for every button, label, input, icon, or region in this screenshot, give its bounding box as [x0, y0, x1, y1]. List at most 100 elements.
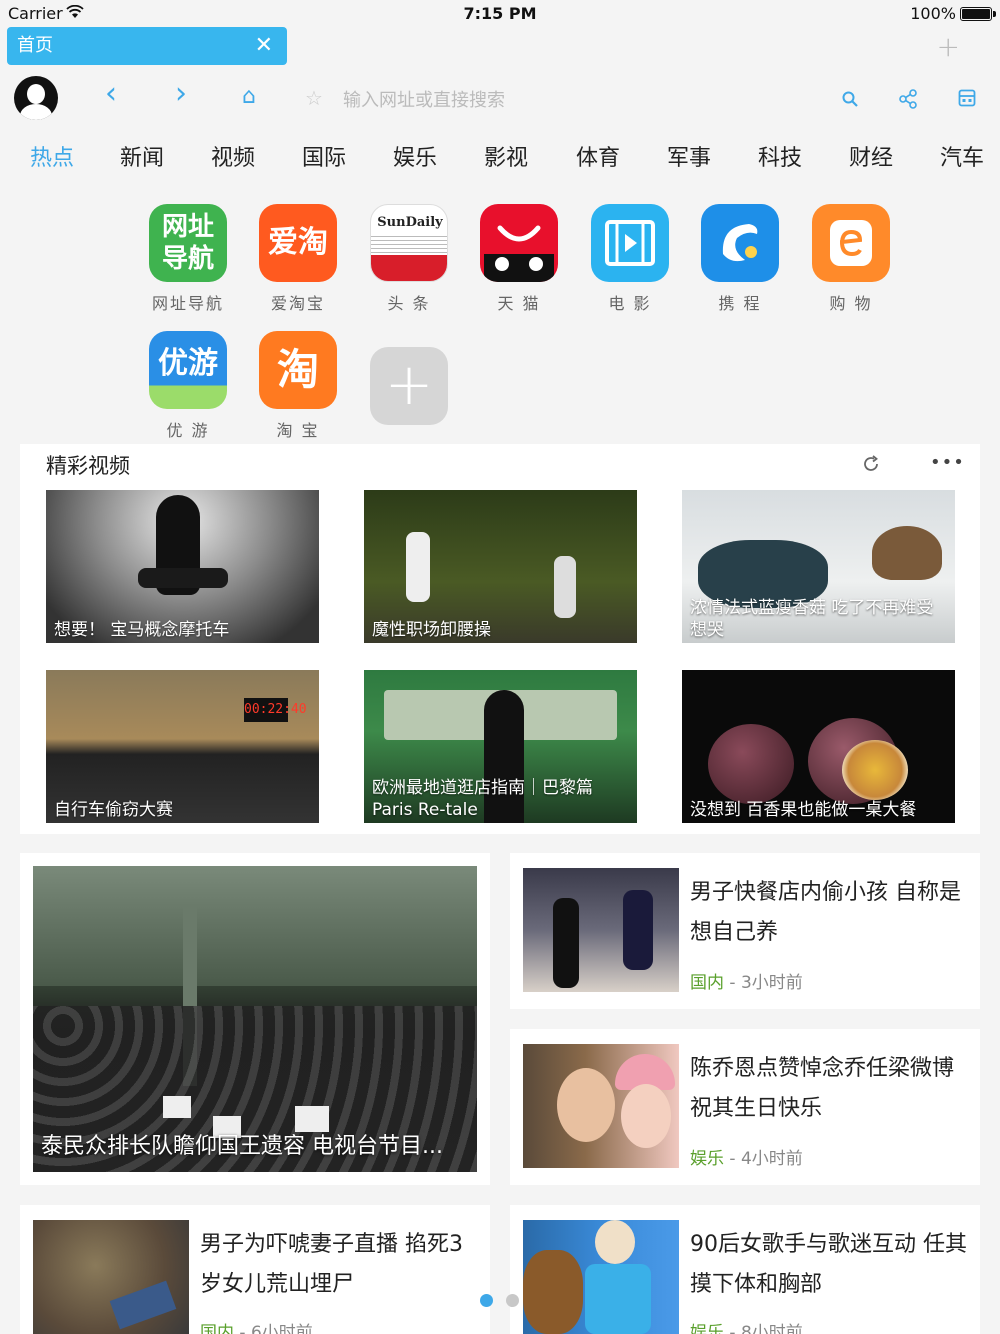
- tab-video[interactable]: 视频: [211, 140, 255, 172]
- video-caption: 浓情法式蓝瘦香菇 吃了不再难受想哭: [690, 598, 934, 640]
- app-movies[interactable]: 电 影: [575, 204, 685, 314]
- more-icon[interactable]: •••: [930, 452, 965, 473]
- plus-icon: +: [370, 347, 448, 425]
- app-taobao[interactable]: 淘 淘 宝: [243, 331, 353, 441]
- youyou-icon: 优游: [149, 331, 227, 409]
- app-aitaobao[interactable]: 爱淘 爱淘宝: [243, 204, 353, 314]
- news-category: 娱乐: [690, 1323, 724, 1334]
- video-caption: 想要！ 宝马概念摩托车: [54, 620, 230, 640]
- video-card[interactable]: 没想到 百香果也能做一桌大餐: [682, 670, 955, 823]
- app-shopping[interactable]: 购 物: [796, 204, 906, 314]
- app-tmall[interactable]: 天 猫: [464, 204, 574, 314]
- news-title[interactable]: 90后女歌手与歌迷互动 任其摸下体和胸部: [690, 1225, 970, 1305]
- app-label: 电 影: [608, 294, 652, 313]
- tab-tech[interactable]: 科技: [758, 140, 802, 172]
- page-dot[interactable]: [506, 1294, 519, 1307]
- page-dot-active[interactable]: [480, 1294, 493, 1307]
- news-category: 国内: [690, 973, 724, 993]
- search-icon[interactable]: [841, 90, 859, 108]
- app-label: 头 条: [387, 294, 431, 313]
- news-meta: 娱乐 - 4小时前: [690, 1149, 803, 1169]
- channel-tabs: 热点 新闻 视频 国际 娱乐 影视 体育 军事 科技 财经 汽车: [0, 140, 1000, 184]
- headline-caption: 泰民众排长队瞻仰国王遗容 电视台节目...: [41, 1134, 443, 1159]
- scoreboard: 00:22:40: [244, 698, 307, 722]
- tab-hot[interactable]: 热点: [30, 140, 74, 172]
- video-caption: 没想到 百香果也能做一桌大餐: [690, 800, 917, 820]
- app-label: 携 程: [718, 294, 762, 313]
- news-category: 娱乐: [690, 1149, 724, 1169]
- videos-title: 精彩视频: [46, 454, 130, 478]
- app-label: 购 物: [829, 294, 873, 313]
- avatar[interactable]: [14, 76, 58, 120]
- app-label: 网址导航: [151, 294, 224, 313]
- url-nav-icon: 网址导航: [149, 204, 227, 282]
- share-icon[interactable]: [898, 89, 918, 109]
- film-icon: [591, 204, 669, 282]
- headline-image[interactable]: 泰民众排长队瞻仰国王遗容 电视台节目...: [33, 866, 477, 1172]
- close-icon[interactable]: ✕: [255, 27, 273, 65]
- news-thumbnail[interactable]: [523, 868, 679, 992]
- app-ctrip[interactable]: 携 程: [685, 204, 795, 314]
- address-bar[interactable]: ☆ 输入网址或直接搜索: [305, 82, 805, 114]
- add-app-button[interactable]: +: [354, 347, 464, 425]
- app-label: 爱淘宝: [270, 294, 325, 313]
- toolbar: ‹ › ⌂ ☆ 输入网址或直接搜索: [0, 68, 1000, 130]
- news-time: 8小时前: [740, 1323, 803, 1334]
- news-time: 3小时前: [740, 973, 803, 993]
- news-category: 国内: [200, 1323, 234, 1334]
- news-title[interactable]: 陈乔恩点赞悼念乔任梁微博 祝其生日快乐: [690, 1049, 970, 1129]
- star-icon[interactable]: ☆: [305, 86, 323, 110]
- battery-percent: 100%: [910, 4, 956, 23]
- battery-icon: [960, 7, 996, 21]
- video-card[interactable]: 浓情法式蓝瘦香菇 吃了不再难受想哭: [682, 490, 955, 643]
- tab-movies[interactable]: 影视: [484, 140, 528, 172]
- dolphin-icon: [701, 204, 779, 282]
- video-caption: 自行车偷窃大赛: [54, 800, 173, 820]
- tab-title: 首页: [17, 35, 53, 56]
- new-tab-button[interactable]: +: [937, 30, 960, 63]
- app-url-nav[interactable]: 网址导航 网址导航: [133, 204, 243, 314]
- news-title[interactable]: 男子快餐店内偷小孩 自称是想自己养: [690, 873, 970, 953]
- search-input[interactable]: 输入网址或直接搜索: [343, 86, 505, 112]
- app-label: 优 游: [166, 421, 210, 440]
- tab-entertainment[interactable]: 娱乐: [393, 140, 437, 172]
- app-label: 淘 宝: [276, 421, 320, 440]
- video-card[interactable]: 想要！ 宝马概念摩托车: [46, 490, 319, 643]
- news-thumbnail[interactable]: [523, 1220, 679, 1334]
- news-time: 4小时前: [740, 1149, 803, 1169]
- sundaily-icon: SunDaily: [370, 204, 448, 282]
- app-label: 天 猫: [497, 294, 541, 313]
- news-title[interactable]: 男子为吓唬妻子直播 掐死3岁女儿荒山埋尸: [200, 1225, 480, 1305]
- app-toutiao[interactable]: SunDaily 头 条: [354, 204, 464, 314]
- video-card[interactable]: 00:22:40 自行车偷窃大赛: [46, 670, 319, 823]
- video-caption: 欧洲最地道逛店指南｜巴黎篇 Paris Re-tale: [372, 778, 593, 820]
- forward-icon[interactable]: ›: [175, 76, 187, 111]
- clock: 7:15 PM: [463, 4, 537, 23]
- news-time: 6小时前: [250, 1323, 313, 1334]
- tmall-icon: [480, 204, 558, 282]
- refresh-icon[interactable]: [861, 454, 881, 474]
- video-card[interactable]: 欧洲最地道逛店指南｜巴黎篇 Paris Re-tale: [364, 670, 637, 823]
- news-thumbnail[interactable]: [33, 1220, 189, 1334]
- back-icon[interactable]: ‹: [105, 76, 117, 111]
- video-card[interactable]: 魔性职场卸腰操: [364, 490, 637, 643]
- tab-international[interactable]: 国际: [302, 140, 346, 172]
- aitaobao-icon: 爱淘: [259, 204, 337, 282]
- tab-news[interactable]: 新闻: [120, 140, 164, 172]
- tab-auto[interactable]: 汽车: [940, 140, 984, 172]
- tab-military[interactable]: 军事: [667, 140, 711, 172]
- video-caption: 魔性职场卸腰操: [372, 620, 491, 640]
- taobao-icon: 淘: [259, 331, 337, 409]
- news-meta: 娱乐 - 8小时前: [690, 1318, 803, 1334]
- home-icon[interactable]: ⌂: [242, 84, 256, 109]
- app-youyou[interactable]: 优游 优 游: [133, 331, 243, 441]
- status-bar: Carrier 7:15 PM 100%: [0, 0, 1000, 28]
- news-thumbnail[interactable]: [523, 1044, 679, 1168]
- tab-home[interactable]: 首页 ✕: [7, 27, 287, 65]
- tab-finance[interactable]: 财经: [849, 140, 893, 172]
- tab-sports[interactable]: 体育: [576, 140, 620, 172]
- shopping-icon: [812, 204, 890, 282]
- news-meta: 国内 - 3小时前: [690, 973, 803, 993]
- tabs-icon[interactable]: [958, 89, 976, 107]
- news-meta: 国内 - 6小时前: [200, 1318, 313, 1334]
